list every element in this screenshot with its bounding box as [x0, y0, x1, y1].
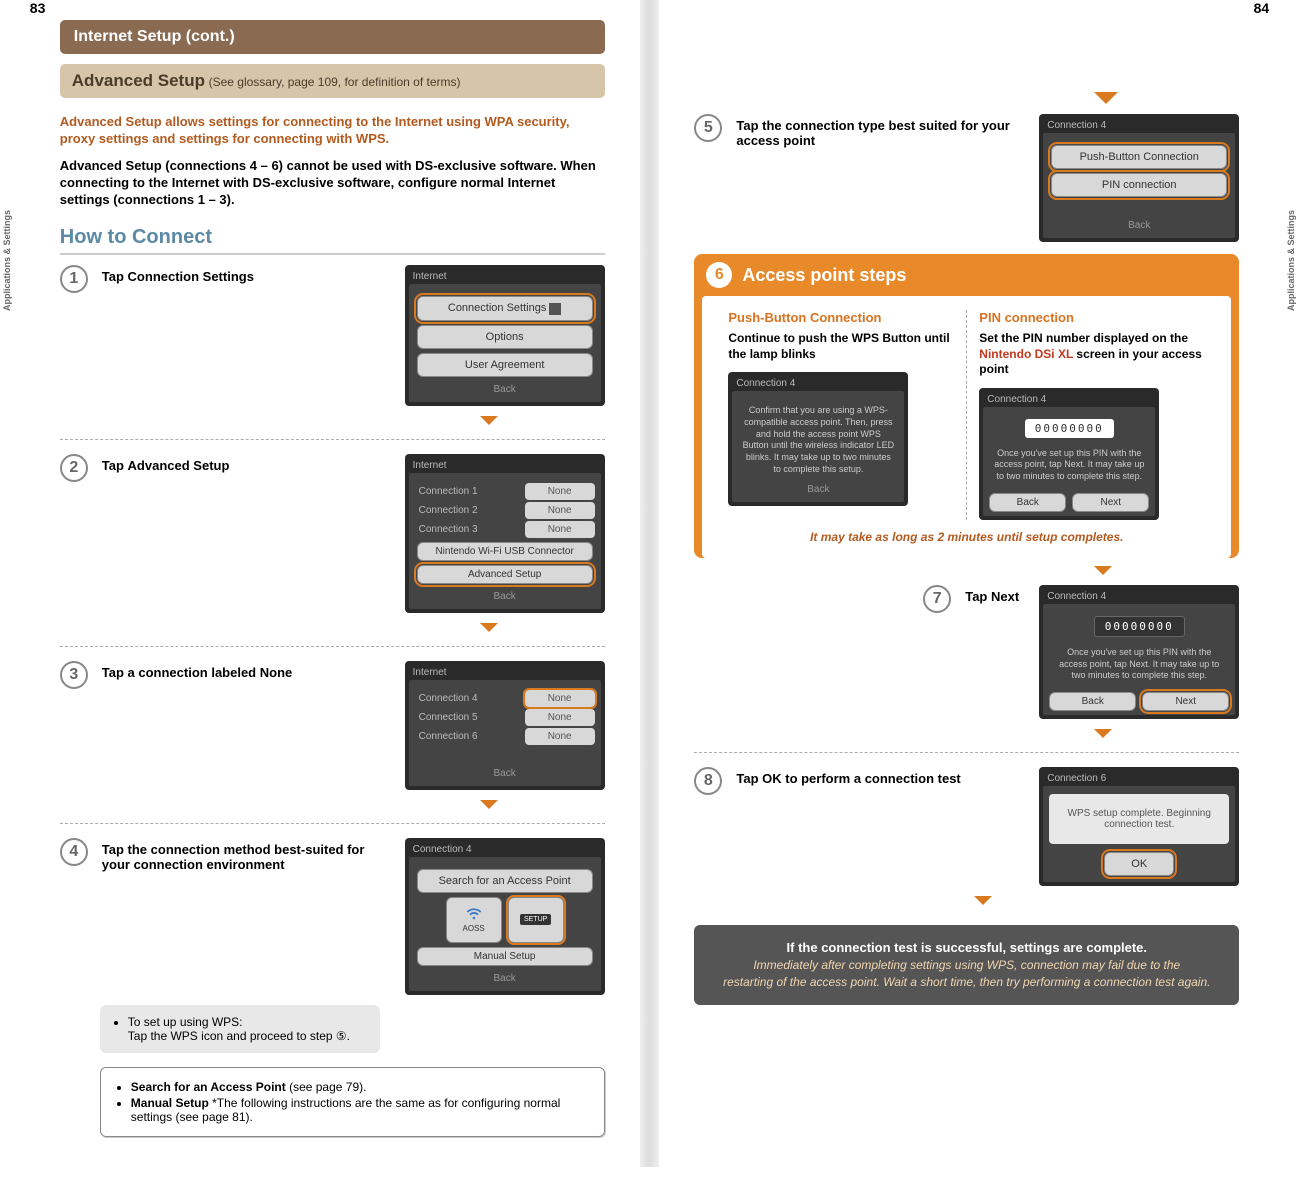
- step-1-text: Tap Connection Settings: [102, 265, 391, 284]
- page-right: 84 5 Tap the connection type best suited…: [659, 0, 1284, 1167]
- sub-header-rest: (See glossary, page 109, for definition …: [209, 75, 461, 89]
- screenshot-2: Internet Connection 1None Connection 2No…: [405, 454, 605, 613]
- step-1: 1 Tap Connection Settings Internet Conne…: [60, 265, 605, 405]
- intro-black: Advanced Setup (connections 4 – 6) canno…: [60, 158, 605, 209]
- intro-red: Advanced Setup allows settings for conne…: [60, 114, 605, 148]
- step-circle-5: 5: [694, 114, 722, 142]
- separator: [60, 439, 605, 440]
- wps-tip-box: To set up using WPS: Tap the WPS icon an…: [100, 1005, 380, 1053]
- step-6-panel: 6 Access point steps Push-Button Connect…: [694, 254, 1239, 558]
- btn-pin-connection: PIN connection: [1051, 173, 1227, 197]
- step-circle-7: 7: [923, 585, 951, 613]
- header-bar: Internet Setup (cont.): [60, 20, 605, 54]
- btn-usb-connector: Nintendo Wi-Fi USB Connector: [417, 542, 593, 561]
- step-circle-1: 1: [60, 265, 88, 293]
- btn-options: Options: [417, 325, 593, 349]
- screenshot-5: Connection 4 Push-Button Connection PIN …: [1039, 114, 1239, 242]
- screenshot-6b: Connection 4 00000000 Once you've set up…: [979, 388, 1205, 520]
- btn-push-button: Push-Button Connection: [1051, 145, 1227, 169]
- screenshot-6a: Connection 4 Confirm that you are using …: [728, 372, 954, 506]
- arrow-down-icon: [480, 623, 498, 632]
- step-4-text: Tap the connection method best-suited fo…: [102, 838, 391, 872]
- step-7: 7 Tap Next Connection 4 00000000 Once yo…: [694, 585, 1239, 719]
- btn-manual-setup: Manual Setup: [417, 947, 593, 966]
- aoss-icon: AOSS: [446, 897, 502, 943]
- step-5-text: Tap the connection type best suited for …: [736, 114, 1025, 148]
- push-button-column: Push-Button Connection Continue to push …: [716, 310, 967, 520]
- step-3-text: Tap a connection labeled None: [102, 661, 391, 680]
- step-3: 3 Tap a connection labeled None Internet…: [60, 661, 605, 790]
- gutter-label-left: Applications & Settings: [2, 210, 12, 311]
- wps-setup-icon: SETUP: [508, 897, 564, 943]
- screenshot-3: Internet Connection 4None Connection 5No…: [405, 661, 605, 790]
- page-spine: [640, 0, 660, 1167]
- step-circle-8: 8: [694, 767, 722, 795]
- setup-note: It may take as long as 2 minutes until s…: [716, 530, 1217, 544]
- separator: [60, 646, 605, 647]
- step-circle-6: 6: [706, 262, 732, 288]
- wifi-icon: [466, 906, 482, 922]
- arrow-down-icon: [480, 416, 498, 425]
- arrow-down-icon: [1094, 566, 1112, 575]
- screenshot-4: Connection 4 Search for an Access Point …: [405, 838, 605, 995]
- step-circle-4: 4: [60, 838, 88, 866]
- left-gutter: Applications & Settings: [0, 0, 15, 1167]
- step-2-text: Tap Advanced Setup: [102, 454, 391, 473]
- step-4: 4 Tap the connection method best-suited …: [60, 838, 605, 995]
- btn-next: Next: [1142, 692, 1229, 711]
- arrow-down-icon: [974, 896, 992, 905]
- arrow-down-icon: [480, 800, 498, 809]
- step-8: 8 Tap OK to perform a connection test Co…: [694, 767, 1239, 886]
- right-gutter: Applications & Settings: [1284, 0, 1299, 1167]
- pin-column: PIN connection Set the PIN number displa…: [967, 310, 1217, 520]
- step-6-title: Access point steps: [742, 265, 906, 286]
- step-circle-2: 2: [60, 454, 88, 482]
- btn-user-agreement: User Agreement: [417, 353, 593, 377]
- screenshot-1: Internet Connection Settings Options Use…: [405, 265, 605, 405]
- page-number-right: 84: [1254, 0, 1270, 16]
- sub-header-bold: Advanced Setup: [72, 71, 205, 90]
- btn-search-access-point: Search for an Access Point: [417, 869, 593, 893]
- arrow-down-icon: [1094, 729, 1112, 738]
- grid-icon: [549, 303, 561, 315]
- gutter-label-right: Applications & Settings: [1286, 210, 1296, 311]
- step-8-text: Tap OK to perform a connection test: [736, 767, 1025, 786]
- arrow-down-icon: [1094, 92, 1118, 104]
- page-number-left: 83: [30, 0, 46, 16]
- btn-connection-settings: Connection Settings: [417, 296, 593, 320]
- sub-header: Advanced Setup (See glossary, page 109, …: [60, 64, 605, 98]
- btn-advanced-setup: Advanced Setup: [417, 565, 593, 584]
- info-box: Search for an Access Point (see page 79)…: [100, 1067, 605, 1137]
- step-7-text: Tap Next: [965, 585, 1025, 604]
- how-to-connect-heading: How to Connect: [60, 226, 605, 255]
- btn-ok: OK: [1104, 852, 1174, 876]
- step-circle-3: 3: [60, 661, 88, 689]
- screenshot-7: Connection 4 00000000 Once you've set up…: [1039, 585, 1239, 719]
- step-2: 2 Tap Advanced Setup Internet Connection…: [60, 454, 605, 613]
- separator: [694, 752, 1239, 753]
- screenshot-8: Connection 6 WPS setup complete. Beginni…: [1039, 767, 1239, 886]
- page-left: 83 Internet Setup (cont.) Advanced Setup…: [15, 0, 640, 1167]
- step-5: 5 Tap the connection type best suited fo…: [694, 114, 1239, 242]
- final-note-box: If the connection test is successful, se…: [694, 925, 1239, 1005]
- separator: [60, 823, 605, 824]
